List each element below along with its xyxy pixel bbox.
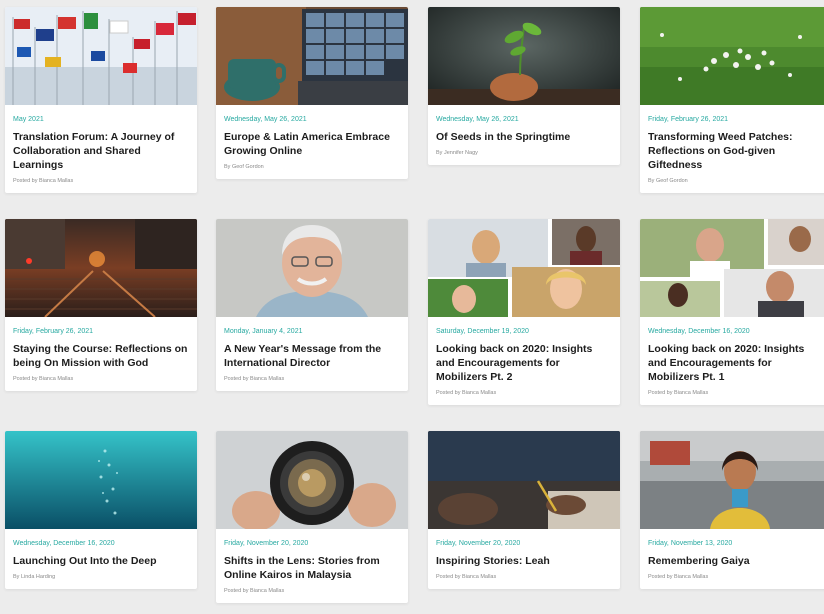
post-date: Wednesday, December 16, 2020 bbox=[648, 328, 750, 335]
blog-card-staying-course[interactable]: Friday, February 26, 2021 Staying the Co… bbox=[5, 219, 197, 391]
video-call-laptop-photo[interactable] bbox=[216, 7, 408, 105]
post-title[interactable]: A New Year's Message from the Internatio… bbox=[224, 342, 400, 370]
woman-street-photo[interactable] bbox=[640, 431, 824, 529]
post-byline: By Geof Gordon bbox=[648, 178, 688, 184]
blog-card-shifts-lens[interactable]: Friday, November 20, 2020 Shifts in the … bbox=[216, 431, 408, 603]
director-portrait-photo[interactable] bbox=[216, 219, 408, 317]
blog-card-grid: May 2021 Translation Forum: A Journey of… bbox=[0, 0, 824, 614]
weeds-flowers-photo[interactable] bbox=[640, 7, 824, 105]
post-title[interactable]: Looking back on 2020: Insights and Encou… bbox=[436, 342, 612, 384]
post-byline: Posted by Bianca Mallas bbox=[224, 376, 285, 382]
blog-card-inspiring-stories-leah[interactable]: Friday, November 20, 2020 Inspiring Stor… bbox=[428, 431, 620, 589]
blog-card-europe-latin-america[interactable]: Wednesday, May 26, 2021 Europe & Latin A… bbox=[216, 7, 408, 179]
post-title[interactable]: Launching Out Into the Deep bbox=[13, 554, 189, 568]
post-title[interactable]: Staying the Course: Reflections on being… bbox=[13, 342, 189, 370]
post-title[interactable]: Transforming Weed Patches: Reflections o… bbox=[648, 130, 824, 172]
post-title[interactable]: Europe & Latin America Embrace Growing O… bbox=[224, 130, 400, 158]
portrait-collage-photo[interactable] bbox=[428, 219, 620, 317]
post-date: Saturday, December 19, 2020 bbox=[436, 328, 529, 335]
portrait-collage-photo-2[interactable] bbox=[640, 219, 824, 317]
post-byline: By Geof Gordon bbox=[224, 164, 264, 170]
post-byline: Posted by Bianca Mallas bbox=[13, 178, 74, 184]
post-date: Friday, November 13, 2020 bbox=[648, 540, 733, 547]
blog-card-looking-back-pt1[interactable]: Wednesday, December 16, 2020 Looking bac… bbox=[640, 219, 824, 405]
post-byline: Posted by Bianca Mallas bbox=[224, 588, 285, 594]
post-date: Monday, January 4, 2021 bbox=[224, 328, 303, 335]
blog-card-remembering-gaiya[interactable]: Friday, November 13, 2020 Remembering Ga… bbox=[640, 431, 824, 589]
post-date: Wednesday, December 16, 2020 bbox=[13, 540, 115, 547]
post-title[interactable]: Looking back on 2020: Insights and Encou… bbox=[648, 342, 824, 384]
flags-photo[interactable] bbox=[5, 7, 197, 105]
blog-card-weed-patches[interactable]: Friday, February 26, 2021 Transforming W… bbox=[640, 7, 824, 193]
post-date: Friday, February 26, 2021 bbox=[13, 328, 94, 335]
post-date: May 2021 bbox=[13, 116, 44, 123]
blog-card-looking-back-pt2[interactable]: Saturday, December 19, 2020 Looking back… bbox=[428, 219, 620, 405]
post-title[interactable]: Shifts in the Lens: Stories from Online … bbox=[224, 554, 400, 582]
post-date: Wednesday, May 26, 2021 bbox=[436, 116, 519, 123]
post-date: Friday, November 20, 2020 bbox=[436, 540, 521, 547]
blog-card-seeds-springtime[interactable]: Wednesday, May 26, 2021 Of Seeds in the … bbox=[428, 7, 620, 165]
post-byline: Posted by Bianca Mallas bbox=[648, 574, 709, 580]
cobblestone-street-photo[interactable] bbox=[5, 219, 197, 317]
post-date: Wednesday, May 26, 2021 bbox=[224, 116, 307, 123]
post-title[interactable]: Remembering Gaiya bbox=[648, 554, 824, 568]
post-title[interactable]: Of Seeds in the Springtime bbox=[436, 130, 612, 144]
post-date: Friday, February 26, 2021 bbox=[648, 116, 729, 123]
post-byline: Posted by Bianca Mallas bbox=[648, 390, 709, 396]
post-title[interactable]: Inspiring Stories: Leah bbox=[436, 554, 612, 568]
post-byline: By Linda Harding bbox=[13, 574, 56, 580]
post-byline: Posted by Bianca Mallas bbox=[13, 376, 74, 382]
post-byline: By Jennifer Nagy bbox=[436, 150, 478, 156]
blog-card-new-years-message[interactable]: Monday, January 4, 2021 A New Year's Mes… bbox=[216, 219, 408, 391]
seedling-photo[interactable] bbox=[428, 7, 620, 105]
post-title[interactable]: Translation Forum: A Journey of Collabor… bbox=[13, 130, 189, 172]
blog-card-launching-out[interactable]: Wednesday, December 16, 2020 Launching O… bbox=[5, 431, 197, 589]
writing-hands-photo[interactable] bbox=[428, 431, 620, 529]
camera-lens-photo[interactable] bbox=[216, 431, 408, 529]
post-date: Friday, November 20, 2020 bbox=[224, 540, 309, 547]
blog-card-translation-forum[interactable]: May 2021 Translation Forum: A Journey of… bbox=[5, 7, 197, 193]
underwater-photo[interactable] bbox=[5, 431, 197, 529]
post-byline: Posted by Bianca Mallas bbox=[436, 574, 497, 580]
post-byline: Posted by Bianca Mallas bbox=[436, 390, 497, 396]
